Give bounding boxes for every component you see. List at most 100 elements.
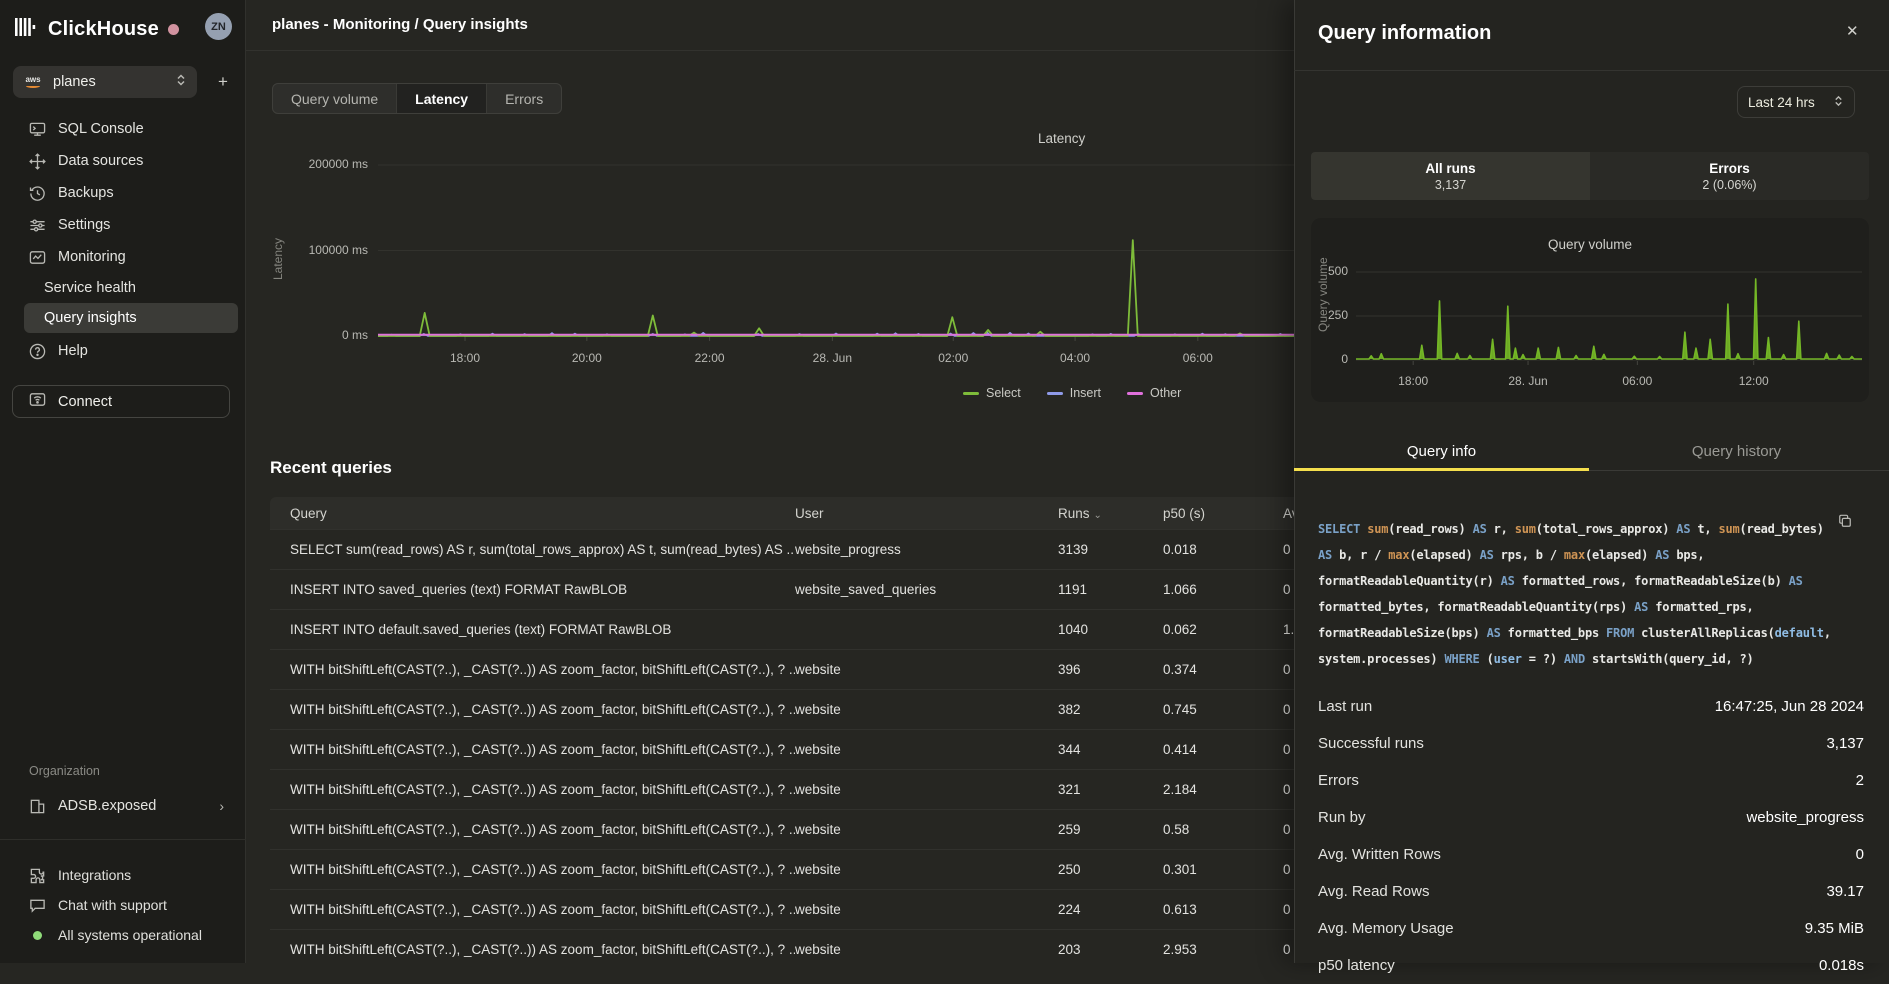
chat-icon [28,896,46,914]
tab-query-volume[interactable]: Query volume [273,84,397,113]
y-tick-label: 250 [1238,308,1348,322]
sidebar-item-service-health[interactable]: Service health [24,273,238,303]
notification-dot[interactable] [168,24,179,35]
stat-label: Avg. Written Rows [1318,846,1441,863]
sidebar-item-query-insights[interactable]: Query insights [24,303,238,333]
cell-p50: 0.301 [1163,862,1283,877]
sidebar-item-label: SQL Console [58,121,144,137]
cell-user: website [795,782,1058,797]
cell-p50: 1.066 [1163,582,1283,597]
cell-runs: 3139 [1058,542,1163,557]
chevron-updown-icon [175,73,187,92]
footer-item-label: All systems operational [58,927,202,943]
legend-item-select[interactable]: Select [963,386,1021,400]
x-tick-label: 06:00 [1609,374,1665,388]
col-query[interactable]: Query [290,506,795,521]
connect-label: Connect [58,394,112,410]
sidebar-item-data-sources[interactable]: Data sources [8,146,238,176]
volume-chart-title: Query volume [1311,237,1869,252]
breadcrumb: planes - Monitoring / Query insights [272,16,528,33]
cell-runs: 224 [1058,902,1163,917]
stat-row: Run by website_progress [1318,799,1864,836]
cell-runs: 382 [1058,702,1163,717]
avatar[interactable]: ZN [205,13,232,40]
sidebar-item-chat-support[interactable]: Chat with support [8,891,238,919]
panel-header-border [1294,70,1889,71]
tab-latency[interactable]: Latency [397,84,487,113]
cell-query: INSERT INTO default.saved_queries (text)… [290,622,795,637]
tab-query-info[interactable]: Query info [1294,443,1589,460]
col-runs[interactable]: Runs⌄ [1058,506,1163,521]
sidebar-item-settings[interactable]: Settings [8,210,238,240]
stat-value: 39.17 [1826,883,1864,900]
x-tick-label: 04:00 [1047,351,1103,365]
cell-query: SELECT sum(read_rows) AS r, sum(total_ro… [290,542,795,557]
tab-query-history[interactable]: Query history [1589,443,1884,460]
legend-item-other[interactable]: Other [1127,386,1181,400]
cell-query: WITH bitShiftLeft(CAST(?..), _CAST(?..))… [290,782,795,797]
aws-icon: aws [23,74,43,90]
stat-row: Successful runs 3,137 [1318,725,1864,762]
sidebar-item-sql-console[interactable]: SQL Console [8,114,238,144]
cell-user: website [795,742,1058,757]
x-tick-label: 28. Jun [1500,374,1556,388]
stat-row: Errors 2 [1318,762,1864,799]
sidebar-item-integrations[interactable]: Integrations [8,861,238,889]
stat-label: p50 latency [1318,957,1395,974]
chevron-updown-icon [1833,94,1844,111]
stat-row: Last run 16:47:25, Jun 28 2024 [1318,688,1864,725]
cell-query: WITH bitShiftLeft(CAST(?..), _CAST(?..))… [290,942,795,957]
sidebar-item-backups[interactable]: Backups [8,178,238,208]
cell-runs: 321 [1058,782,1163,797]
y-tick-label: 200000 ms [258,157,368,171]
x-tick-label: 22:00 [682,351,738,365]
y-tick-label: 0 ms [258,328,368,342]
sql-line: system.processes) WHERE (user = ?) AND s… [1318,646,1864,672]
x-tick-label: 06:00 [1170,351,1226,365]
tab-errors[interactable]: Errors [487,84,561,113]
connect-icon [29,391,46,412]
cell-p50: 0.613 [1163,902,1283,917]
toggle-all-runs[interactable]: All runs 3,137 [1311,152,1590,200]
col-user[interactable]: User [795,506,1058,521]
copy-icon[interactable] [1838,514,1852,533]
connect-button[interactable]: Connect [12,385,230,418]
organization-section-label: Organization [29,764,100,778]
sidebar: ClickHouse ZN aws planes + SQL Console D… [0,0,246,963]
system-status[interactable]: All systems operational [8,921,238,949]
sql-line: formatted_bytes, formatReadableQuantity(… [1318,594,1864,620]
latency-chart[interactable] [378,140,1294,364]
col-p50[interactable]: p50 (s) [1163,506,1283,521]
cell-user: website [795,822,1058,837]
sidebar-item-label: Help [58,343,88,359]
sidebar-item-label: Service health [44,280,136,296]
workspace-select[interactable]: aws planes [13,66,197,98]
sidebar-item-monitoring[interactable]: Monitoring [8,242,238,272]
stat-value: website_progress [1746,809,1864,826]
organization-name: ADSB.exposed [58,798,156,814]
sidebar-item-help[interactable]: Help [8,336,238,366]
footer-item-label: Integrations [58,867,131,883]
workspace-name: planes [53,74,165,90]
history-icon [28,184,46,202]
query-volume-chart[interactable] [1356,252,1862,370]
y-tick-label: 500 [1238,264,1348,278]
x-tick-label: 20:00 [559,351,615,365]
organization-switcher[interactable]: ADSB.exposed › [8,791,238,821]
stat-row: Avg. Memory Usage 9.35 MiB [1318,910,1864,947]
cell-p50: 2.184 [1163,782,1283,797]
toggle-errors[interactable]: Errors 2 (0.06%) [1590,152,1869,200]
time-range-select[interactable]: Last 24 hrs [1737,86,1855,118]
close-icon[interactable]: ✕ [1846,22,1859,40]
legend-item-insert[interactable]: Insert [1047,386,1101,400]
stat-label: Avg. Read Rows [1318,883,1429,900]
stat-value: 0 [1856,846,1864,863]
add-service-button[interactable]: + [211,70,235,94]
x-tick-label: 12:00 [1726,374,1782,388]
sql-code-block[interactable]: SELECT sum(read_rows) AS r, sum(total_ro… [1318,516,1864,672]
cell-p50: 0.414 [1163,742,1283,757]
legend-label: Insert [1070,386,1101,400]
stat-label: Successful runs [1318,735,1424,752]
brand: ClickHouse [14,14,159,44]
y-tick-label: 100000 ms [258,243,368,257]
